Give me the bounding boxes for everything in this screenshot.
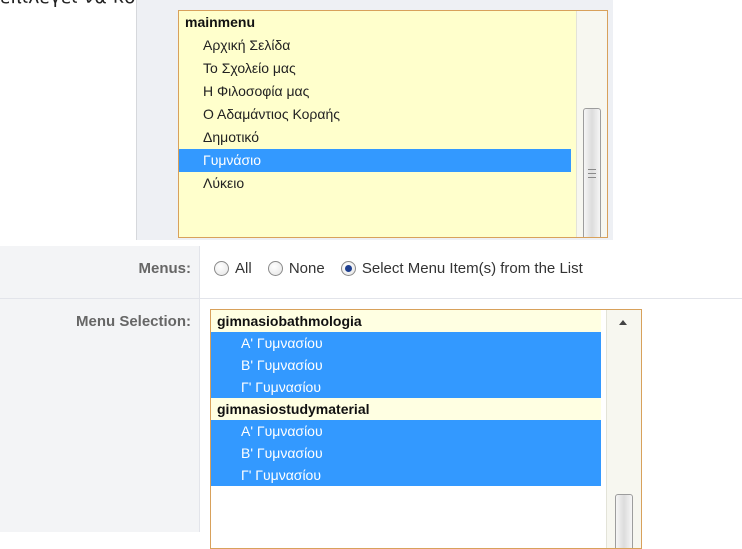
list-item-selected[interactable]: Β' Γυμνασίου bbox=[211, 354, 601, 376]
list-item[interactable]: Ο Αδαμάντιος Κοραής bbox=[179, 103, 571, 126]
radio-select-items[interactable]: Select Menu Item(s) from the List bbox=[340, 260, 583, 277]
list-item-selected[interactable]: Α' Γυμνασίου bbox=[211, 420, 601, 442]
label-cell: Menus: bbox=[0, 246, 200, 298]
radio-all[interactable]: All bbox=[214, 260, 252, 277]
list-item[interactable]: Δημοτικό bbox=[179, 126, 571, 149]
radio-button[interactable] bbox=[214, 261, 229, 276]
radio-label: None bbox=[288, 260, 325, 277]
grip-line bbox=[588, 169, 596, 170]
scrollbar-thumb[interactable] bbox=[583, 108, 601, 237]
radio-button-checked[interactable] bbox=[340, 261, 356, 276]
upper-menu-listbox[interactable]: mainmenu Αρχική Σελίδα Το Σχολείο μας Η … bbox=[178, 10, 608, 238]
scroll-up-arrow-icon[interactable] bbox=[619, 320, 627, 325]
radio-label: All bbox=[235, 260, 252, 277]
scrollbar-thumb[interactable] bbox=[615, 494, 633, 548]
list-item[interactable]: Το Σχολείο μας bbox=[179, 57, 571, 80]
menu-selection-label: Menu Selection: bbox=[75, 313, 191, 330]
list-item-selected[interactable]: Γ' Γυμνασίου bbox=[211, 376, 601, 398]
upper-listbox-scrollbar[interactable] bbox=[576, 11, 607, 237]
menus-label: Menus: bbox=[138, 260, 192, 277]
radio-none[interactable]: None bbox=[267, 260, 325, 277]
radio-button[interactable] bbox=[267, 261, 283, 276]
radio-label: Select Menu Item(s) from the List bbox=[361, 260, 583, 277]
grip-line bbox=[588, 177, 596, 178]
menus-radio-group: All None Select Menu Item(s) from the Li… bbox=[214, 260, 595, 282]
listbox-group-header: gimnasiobathmologia bbox=[211, 310, 601, 332]
menu-selection-row: Menu Selection: gimnasiobathmologia Α' Γ… bbox=[0, 299, 742, 549]
list-item[interactable]: Αρχική Σελίδα bbox=[179, 34, 571, 57]
menus-row: Menus: All None Select Menu Item(s) from… bbox=[0, 246, 742, 299]
list-item[interactable]: Λύκειο bbox=[179, 172, 571, 195]
list-item[interactable]: Η Φιλοσοφία μας bbox=[179, 80, 571, 103]
list-item-selected[interactable]: Γ' Γυμνασίου bbox=[211, 464, 601, 486]
lower-listbox-scrollbar[interactable] bbox=[606, 310, 641, 548]
list-item-selected[interactable]: Γυμνάσιο bbox=[179, 149, 571, 172]
menu-selection-listbox[interactable]: gimnasiobathmologia Α' Γυμνασίου Β' Γυμν… bbox=[210, 309, 642, 549]
label-cell: Menu Selection: bbox=[0, 299, 200, 532]
grip-line bbox=[588, 173, 596, 174]
list-item-selected[interactable]: Β' Γυμνασίου bbox=[211, 442, 601, 464]
listbox-group-header: gimnasiostudymaterial bbox=[211, 398, 601, 420]
listbox-group-header: mainmenu bbox=[185, 14, 256, 30]
list-item-selected[interactable]: Α' Γυμνασίου bbox=[211, 332, 601, 354]
